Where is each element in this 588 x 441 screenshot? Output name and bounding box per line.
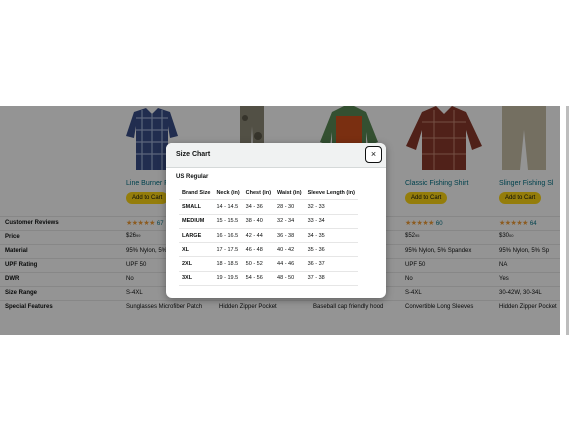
measurement-cell: 19 - 19.5 [213, 271, 243, 287]
size-region-label: US Regular [176, 174, 209, 180]
size-chart-table: Brand Size Neck (in) Chest (in) Waist (i… [179, 186, 358, 287]
brand-size-cell: LARGE [179, 228, 214, 244]
column-header: Waist (in) [274, 186, 305, 201]
table-row: LARGE 16 - 16.5 42 - 44 36 - 38 34 - 35 [179, 228, 358, 244]
measurement-cell: 16 - 16.5 [213, 228, 243, 244]
brand-size-cell: 2XL [179, 256, 214, 272]
brand-size-cell: 3XL [179, 271, 214, 287]
table-header-row: Brand Size Neck (in) Chest (in) Waist (i… [179, 186, 358, 201]
measurement-cell: 14 - 14.5 [213, 199, 243, 215]
measurement-cell: 54 - 56 [242, 271, 275, 287]
measurement-cell: 34 - 35 [304, 228, 358, 244]
modal-header: Size Chart × [166, 143, 386, 168]
measurement-cell: 34 - 36 [242, 199, 275, 215]
measurement-cell: 38 - 40 [242, 214, 275, 229]
measurement-cell: 28 - 30 [274, 199, 305, 215]
measurement-cell: 32 - 34 [274, 214, 305, 229]
measurement-cell: 37 - 38 [304, 271, 358, 287]
page-right-edge [566, 106, 588, 335]
measurement-cell: 42 - 44 [242, 228, 275, 244]
measurement-cell: 33 - 34 [304, 214, 358, 229]
measurement-cell: 48 - 50 [274, 271, 305, 287]
close-icon[interactable]: × [365, 146, 382, 163]
column-header: Chest (in) [242, 186, 275, 201]
column-header: Sleeve Length (in) [304, 186, 358, 201]
column-header: Neck (in) [213, 186, 243, 201]
brand-size-cell: MEDIUM [179, 214, 214, 229]
table-row: XL 17 - 17.5 46 - 48 40 - 42 35 - 36 [179, 242, 358, 258]
table-row: 3XL 19 - 19.5 54 - 56 48 - 50 37 - 38 [179, 271, 358, 287]
table-row: 2XL 18 - 18.5 50 - 52 44 - 46 36 - 37 [179, 256, 358, 272]
measurement-cell: 18 - 18.5 [213, 256, 243, 272]
brand-size-cell: XL [179, 242, 214, 258]
column-header: Brand Size [179, 186, 214, 201]
modal-title: Size Chart [176, 151, 211, 158]
size-chart-modal: Size Chart × US Regular Brand Size Neck … [166, 143, 386, 298]
measurement-cell: 46 - 48 [242, 242, 275, 258]
measurement-cell: 50 - 52 [242, 256, 275, 272]
table-row: MEDIUM 15 - 15.5 38 - 40 32 - 34 33 - 34 [179, 214, 358, 229]
measurement-cell: 44 - 46 [274, 256, 305, 272]
measurement-cell: 35 - 36 [304, 242, 358, 258]
measurement-cell: 36 - 37 [304, 256, 358, 272]
table-row: SMALL 14 - 14.5 34 - 36 28 - 30 32 - 33 [179, 199, 358, 215]
measurement-cell: 36 - 38 [274, 228, 305, 244]
scrollbar[interactable] [566, 106, 569, 335]
measurement-cell: 32 - 33 [304, 199, 358, 215]
measurement-cell: 15 - 15.5 [213, 214, 243, 229]
brand-size-cell: SMALL [179, 199, 214, 215]
measurement-cell: 40 - 42 [274, 242, 305, 258]
measurement-cell: 17 - 17.5 [213, 242, 243, 258]
